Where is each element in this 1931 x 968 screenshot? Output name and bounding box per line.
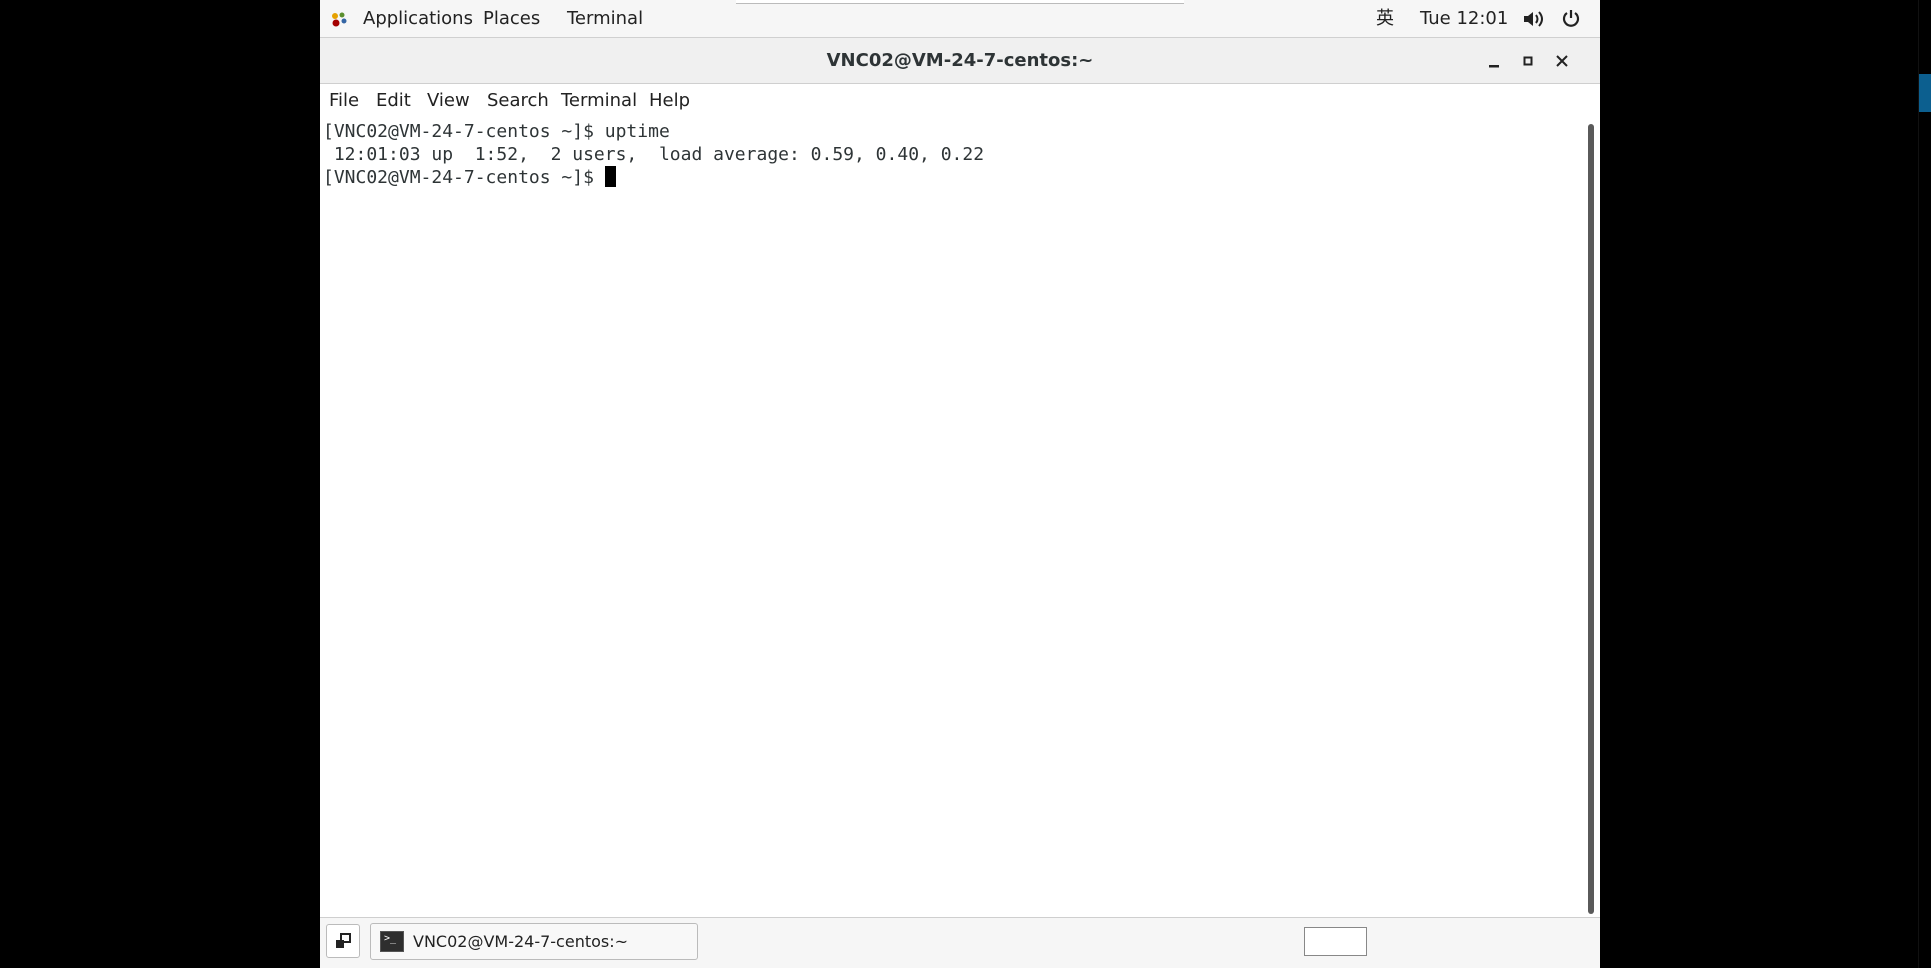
terminal-area[interactable]: [VNC02@VM-24-7-centos ~]$ uptime 12:01:0… <box>320 118 1590 915</box>
power-icon[interactable] <box>1561 9 1581 29</box>
text-cursor <box>604 166 616 187</box>
menu-terminal[interactable]: Terminal <box>561 84 637 118</box>
menu-view[interactable]: View <box>427 84 470 118</box>
terminal-prompt-line: [VNC02@VM-24-7-centos ~]$ <box>323 167 605 188</box>
taskbar-window-button[interactable]: >_ VNC02@VM-24-7-centos:~ <box>370 923 698 960</box>
workspace-switcher[interactable] <box>1304 927 1367 956</box>
bottom-taskbar: >_ VNC02@VM-24-7-centos:~ <box>320 917 1600 968</box>
menu-search[interactable]: Search <box>487 84 549 118</box>
places-menu[interactable]: Places <box>483 0 540 38</box>
close-icon <box>1556 55 1568 67</box>
terminal-icon: >_ <box>380 931 404 952</box>
terminal-scrollbar[interactable] <box>1588 124 1594 914</box>
menubar: File Edit View Search Terminal Help <box>320 84 1600 118</box>
volume-icon[interactable] <box>1523 10 1545 28</box>
close-button[interactable] <box>1547 46 1577 76</box>
terminal-line: 12:01:03 up 1:52, 2 users, load average:… <box>323 144 985 165</box>
minimize-button[interactable] <box>1479 46 1509 76</box>
show-desktop-icon <box>336 933 351 948</box>
top-panel: Applications Places Terminal 英 Tue 12:01 <box>320 0 1600 38</box>
menu-edit[interactable]: Edit <box>376 84 411 118</box>
screen-edge <box>1918 0 1919 968</box>
input-method-indicator[interactable]: 英 <box>1376 0 1394 38</box>
applications-menu[interactable]: Applications <box>363 0 473 38</box>
menu-file[interactable]: File <box>329 84 359 118</box>
clock[interactable]: Tue 12:01 <box>1420 0 1508 38</box>
minimize-icon <box>1489 65 1499 68</box>
maximize-button[interactable] <box>1513 46 1543 76</box>
top-panel-edge <box>736 0 1184 4</box>
window-title: VNC02@VM-24-7-centos:~ <box>826 50 1094 71</box>
side-accent <box>1919 74 1931 112</box>
terminal-line: [VNC02@VM-24-7-centos ~]$ uptime <box>323 121 670 142</box>
desktop: Applications Places Terminal 英 Tue 12:01… <box>320 0 1600 968</box>
menu-help[interactable]: Help <box>649 84 690 118</box>
maximize-icon <box>1523 56 1533 66</box>
terminal-app-menu[interactable]: Terminal <box>567 0 643 38</box>
show-desktop-button[interactable] <box>326 924 360 958</box>
taskbar-window-label: VNC02@VM-24-7-centos:~ <box>413 932 629 951</box>
gnome-foot-icon <box>332 12 347 27</box>
window-titlebar[interactable]: VNC02@VM-24-7-centos:~ <box>320 38 1600 84</box>
terminal-output: [VNC02@VM-24-7-centos ~]$ uptime 12:01:0… <box>323 120 984 189</box>
